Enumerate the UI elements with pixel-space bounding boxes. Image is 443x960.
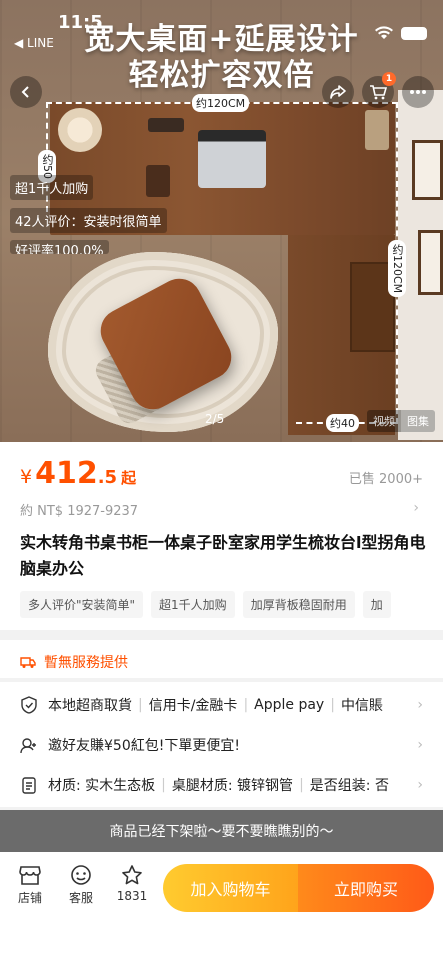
- add-to-cart-button[interactable]: 加入购物车: [163, 864, 298, 912]
- cart-badge: 1: [382, 72, 396, 86]
- more-dots-icon: [410, 90, 426, 94]
- media-tabs[interactable]: 视频 图集: [367, 410, 435, 432]
- invite-friend-icon: [20, 738, 36, 754]
- chip[interactable]: 加厚背板稳固耐用: [242, 591, 355, 618]
- off-shelf-notice[interactable]: 商品已经下架啦～要不要瞧瞧别的～: [0, 810, 443, 852]
- lamp-image: [58, 108, 102, 152]
- back-to-line[interactable]: ◀ LINE: [14, 36, 54, 50]
- dimension-label-right: 约120CM: [388, 240, 406, 298]
- price-integer: 412: [35, 456, 98, 491]
- star-icon: [122, 865, 142, 885]
- chip[interactable]: 加: [362, 591, 391, 618]
- spec-row[interactable]: 材质: 实木生态板 | 桌腿材质: 镀锌钢管 | 是否组装: 否 ›: [20, 766, 423, 804]
- clock-image: [148, 118, 184, 132]
- dimension-label-bottom: 约40: [326, 414, 359, 432]
- status-indicators: [375, 26, 427, 40]
- shield-check-icon: [21, 696, 37, 714]
- wall-frame-image: [418, 230, 443, 295]
- wall-frame-image: [412, 140, 443, 200]
- truck-icon: [20, 657, 36, 668]
- shop-tab[interactable]: 店铺: [10, 864, 50, 906]
- dimension-label-top: 约120CM: [192, 94, 250, 112]
- payment-option: Apple pay: [254, 697, 325, 713]
- invite-text: 邀好友賺¥50紅包!下單更便宜!: [48, 738, 240, 754]
- price-suffix: 起: [121, 469, 137, 487]
- feature-chips: 多人评价"安装简单" 超1千人加购 加厚背板稳固耐用 加: [20, 591, 443, 618]
- customer-service-tab[interactable]: 客服: [61, 864, 101, 906]
- back-button[interactable]: [10, 76, 42, 108]
- product-image-gallery[interactable]: 约120CM 约50 约120CM 约40 宽大桌面+延展设计 轻松扩容双倍 超…: [0, 0, 443, 442]
- spec-item: 材质: 实木生态板: [48, 778, 156, 794]
- price-decimal: .5: [97, 467, 118, 488]
- cart-button[interactable]: 1: [362, 72, 396, 108]
- service-label: 客服: [68, 891, 93, 905]
- invite-row[interactable]: 邀好友賺¥50紅包!下單更便宜! ›: [20, 726, 423, 764]
- overlay-tag-rating: 好评率100.0%: [10, 240, 109, 254]
- chevron-right-icon: ›: [413, 777, 423, 793]
- chevron-right-icon[interactable]: ›: [413, 500, 419, 516]
- ntd-price[interactable]: 約 NT$ 1927-9237: [20, 500, 138, 519]
- spec-item: 是否组装: 否: [309, 778, 389, 794]
- shop-label: 店铺: [17, 891, 42, 905]
- status-time: 11:5: [58, 12, 103, 33]
- chip[interactable]: 多人评价"安装简单": [20, 591, 144, 618]
- shop-icon: [19, 866, 41, 885]
- chevron-right-icon: ›: [413, 697, 423, 713]
- favorite-tab[interactable]: 1831: [112, 864, 152, 903]
- page-indicator: 2/5: [205, 412, 225, 426]
- overlay-tag-review[interactable]: 42人评价：安装时很简单: [10, 208, 167, 233]
- service-card: 暫無服務提供: [0, 640, 443, 678]
- more-button[interactable]: [402, 76, 434, 108]
- bottom-action-bar: 店铺 客服 1831 加入购物车 立即购买: [0, 852, 443, 960]
- spec-item: 桌腿材质: 镀锌钢管: [171, 778, 294, 794]
- service-label: 暫無服務提供: [44, 655, 128, 671]
- info-list: 本地超商取貨 | 信用卡/金融卡 | Apple pay | 中信賬 › 邀好友…: [0, 682, 443, 807]
- tab-video[interactable]: 视频: [367, 410, 401, 432]
- payment-option: 本地超商取貨: [48, 698, 132, 714]
- chevron-left-icon: [21, 86, 29, 98]
- tab-gallery[interactable]: 图集: [401, 410, 435, 432]
- payment-option: 中信賬: [340, 698, 383, 714]
- price: ¥ 412 .5 起: [20, 456, 136, 491]
- favorite-count: 1831: [116, 889, 148, 903]
- chat-face-icon: [71, 865, 91, 885]
- buy-now-button[interactable]: 立即购买: [298, 864, 434, 912]
- clipboard-icon: [22, 777, 36, 794]
- chip[interactable]: 超1千人加购: [151, 591, 235, 618]
- payment-option: 信用卡/金融卡: [148, 698, 238, 714]
- product-title: 实木转角书桌书柜一体桌子卧室家用学生梳妆台l型拐角电脑桌办公: [20, 533, 426, 578]
- share-icon: [330, 85, 346, 99]
- battery-icon: [401, 26, 427, 40]
- service-row: 暫無服務提供: [20, 652, 128, 672]
- product-info-card: ¥ 412 .5 起 已售 2000+ 約 NT$ 1927-9237 › 实木…: [0, 442, 443, 630]
- book-image: [146, 165, 170, 197]
- cart-icon: [370, 85, 387, 100]
- price-currency: ¥: [20, 466, 33, 488]
- chevron-right-icon: ›: [413, 737, 423, 753]
- laptop-image: [198, 130, 266, 188]
- payment-row[interactable]: 本地超商取貨 | 信用卡/金融卡 | Apple pay | 中信賬 ›: [20, 686, 423, 724]
- overlay-tag-cart-count: 超1千人加购: [10, 175, 94, 200]
- device-image: [365, 110, 389, 150]
- sold-count: 已售 2000+: [348, 472, 423, 487]
- share-button[interactable]: [322, 76, 354, 108]
- wifi-icon: [375, 26, 393, 39]
